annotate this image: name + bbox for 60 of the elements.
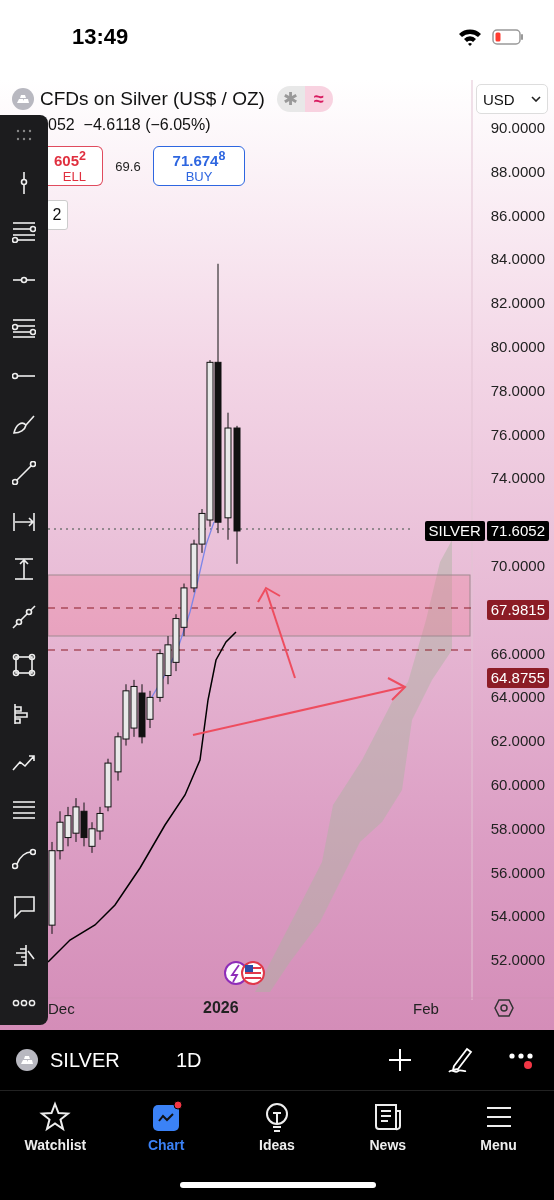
price-label: 58.0000 bbox=[490, 819, 545, 838]
callout-icon[interactable] bbox=[12, 894, 36, 919]
tab[interactable]: Chart bbox=[110, 1101, 222, 1157]
time-label: 2026 bbox=[203, 999, 240, 1017]
price-label: 66.0000 bbox=[490, 644, 545, 663]
sell-button[interactable]: 605$^{2}$ ELL bbox=[48, 146, 103, 186]
price-label: 62.0000 bbox=[490, 732, 545, 751]
price-label: 86.0000 bbox=[490, 206, 545, 225]
price-range-icon[interactable] bbox=[12, 556, 36, 581]
curve-icon[interactable] bbox=[12, 846, 36, 871]
mode-toggle[interactable]: ≈ bbox=[304, 86, 333, 112]
symbol-title: CFDs on Silver (US$ / OZ) bbox=[40, 88, 265, 110]
price-tag: 64.8755 bbox=[486, 668, 549, 689]
symbol-tag: SILVER bbox=[424, 520, 485, 541]
price-tag: 71.6052 bbox=[486, 520, 549, 541]
price-label: 76.0000 bbox=[490, 425, 545, 444]
price-change: 052 −4.6118 (−6.05%) bbox=[48, 116, 211, 134]
interval-label[interactable]: 1D bbox=[176, 1048, 388, 1072]
price-label: 78.0000 bbox=[490, 381, 545, 400]
parallel-lines-icon[interactable] bbox=[12, 219, 36, 244]
tab[interactable]: Menu bbox=[443, 1101, 554, 1157]
tab[interactable]: Watchlist bbox=[0, 1101, 111, 1157]
price-label: 56.0000 bbox=[490, 863, 545, 882]
price-label: 84.0000 bbox=[490, 250, 545, 269]
time-label: Dec bbox=[48, 999, 76, 1017]
spread-value: 69.6 bbox=[114, 158, 142, 174]
price-label: 70.0000 bbox=[490, 557, 545, 575]
trend-line-icon[interactable] bbox=[12, 460, 36, 485]
price-label: 60.0000 bbox=[490, 776, 545, 794]
chevron-down-icon bbox=[531, 96, 541, 102]
tab[interactable]: Ideas bbox=[221, 1101, 333, 1157]
chart-icon bbox=[150, 1101, 183, 1133]
time-label: Feb bbox=[413, 999, 440, 1017]
line-segment-icon[interactable] bbox=[12, 605, 36, 630]
price-label: 80.0000 bbox=[490, 338, 545, 356]
rectangle-icon[interactable] bbox=[12, 653, 36, 678]
indicator-count[interactable]: 2 bbox=[46, 200, 68, 230]
ingots-icon bbox=[16, 1049, 38, 1071]
currency-select[interactable]: USD bbox=[476, 84, 548, 114]
price-label: 88.0000 bbox=[490, 162, 545, 181]
settings-icon[interactable] bbox=[494, 998, 514, 1018]
flag-icon[interactable] bbox=[241, 961, 265, 985]
tab[interactable]: News bbox=[332, 1101, 444, 1157]
symbol-name[interactable]: SILVER bbox=[50, 1048, 176, 1072]
price-label: 54.0000 bbox=[490, 907, 545, 926]
plus-icon[interactable] bbox=[388, 1048, 412, 1072]
price-label: 52.0000 bbox=[490, 951, 545, 970]
buy-button[interactable]: 71.674$^{8}$ BUY bbox=[153, 146, 245, 186]
pen-icon[interactable] bbox=[446, 1046, 474, 1074]
price-label: 74.0000 bbox=[490, 469, 545, 488]
star-icon bbox=[39, 1101, 72, 1133]
price-label: 90.0000 bbox=[490, 119, 545, 137]
bars-icon[interactable] bbox=[12, 942, 36, 967]
ingots-icon bbox=[12, 88, 34, 110]
wifi-icon bbox=[458, 28, 482, 46]
battery-icon bbox=[492, 29, 524, 45]
price-label: 64.0000 bbox=[490, 688, 545, 707]
price-tag: 67.9815 bbox=[486, 600, 549, 621]
clock: 13:49 bbox=[72, 24, 130, 51]
price-label: 82.0000 bbox=[490, 294, 545, 313]
